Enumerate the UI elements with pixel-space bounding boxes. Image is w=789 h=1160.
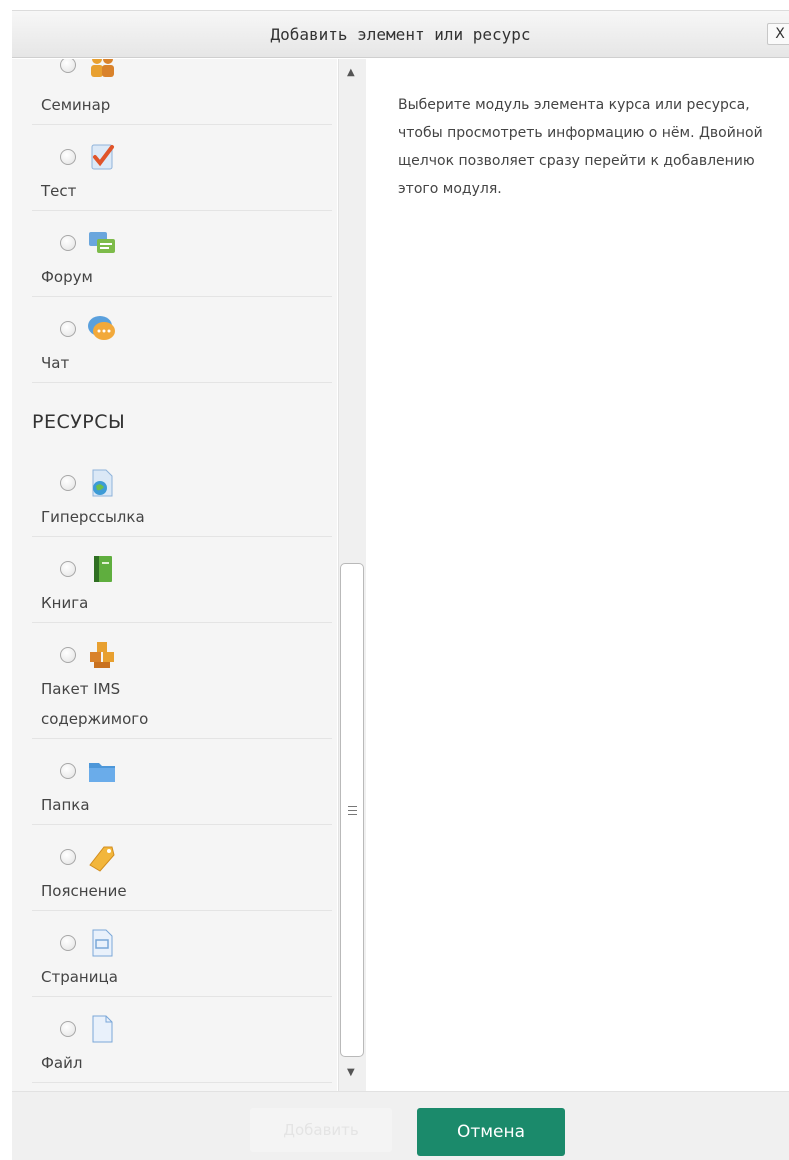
option-row bbox=[60, 549, 118, 589]
quiz-icon bbox=[91, 144, 114, 170]
module-info-panel: Выберите модуль элемента курса или ресур… bbox=[374, 59, 786, 1091]
radio-button[interactable] bbox=[60, 59, 76, 73]
option-ims-package[interactable]: Пакет IMS содержимого bbox=[32, 623, 332, 739]
cancel-button[interactable]: Отмена bbox=[417, 1108, 565, 1156]
radio-button[interactable] bbox=[60, 1021, 76, 1037]
option-label: Тест bbox=[41, 182, 77, 200]
option-row bbox=[60, 837, 118, 877]
option-row bbox=[60, 463, 118, 503]
module-options-list[interactable]: Семинар Тест Форум Чат РЕСУРСЫ Гиперссыл… bbox=[12, 59, 337, 1091]
dialog-header: Добавить элемент или ресурс X bbox=[12, 10, 789, 58]
scroll-up-arrow-icon[interactable]: ▲ bbox=[347, 67, 355, 78]
option-label-line1: Пакет IMS bbox=[41, 680, 121, 698]
module-info-text: Выберите модуль элемента курса или ресур… bbox=[398, 97, 763, 197]
dialog-title: Добавить элемент или ресурс bbox=[270, 24, 531, 44]
option-label: Книга bbox=[41, 594, 89, 612]
option-page[interactable]: Страница bbox=[32, 911, 332, 997]
option-label: Папка bbox=[41, 796, 90, 814]
option-book[interactable]: Книга bbox=[32, 537, 332, 623]
page-icon bbox=[92, 929, 113, 957]
forum-icon bbox=[89, 232, 115, 253]
ims-package-icon bbox=[90, 642, 114, 668]
option-row bbox=[60, 635, 118, 675]
radio-button[interactable] bbox=[60, 149, 76, 165]
resources-heading: РЕСУРСЫ bbox=[32, 411, 126, 433]
option-label: Форум bbox=[41, 268, 93, 286]
option-row bbox=[60, 1009, 118, 1049]
grip-icon bbox=[347, 805, 357, 815]
option-label: Семинар bbox=[41, 96, 111, 114]
radio-button[interactable] bbox=[60, 935, 76, 951]
option-row bbox=[60, 59, 118, 85]
radio-button[interactable] bbox=[60, 235, 76, 251]
add-activity-dialog: Добавить элемент или ресурс X Семинар Те… bbox=[0, 0, 789, 1160]
radio-button[interactable] bbox=[60, 561, 76, 577]
option-label: Страница bbox=[41, 968, 118, 986]
folder-icon bbox=[89, 763, 115, 782]
add-button[interactable]: Добавить bbox=[250, 1108, 392, 1152]
chat-icon bbox=[88, 316, 115, 340]
option-label: Пояснение bbox=[41, 882, 127, 900]
option-label-line2: содержимого bbox=[41, 710, 149, 728]
close-button[interactable]: X bbox=[767, 23, 789, 45]
radio-button[interactable] bbox=[60, 647, 76, 663]
workshop-icon bbox=[91, 59, 114, 77]
scroll-thumb[interactable] bbox=[340, 563, 364, 1057]
option-folder[interactable]: Папка bbox=[32, 739, 332, 825]
label-tag-icon bbox=[89, 846, 115, 872]
radio-button[interactable] bbox=[60, 321, 76, 337]
option-url[interactable]: Гиперссылка bbox=[32, 449, 332, 537]
radio-button[interactable] bbox=[60, 763, 76, 779]
dialog-body: Семинар Тест Форум Чат РЕСУРСЫ Гиперссыл… bbox=[12, 59, 789, 1091]
option-quiz[interactable]: Тест bbox=[32, 125, 332, 211]
option-forum[interactable]: Форум bbox=[32, 211, 332, 297]
option-file[interactable]: Файл bbox=[32, 997, 332, 1083]
option-label-resource[interactable]: Пояснение bbox=[32, 825, 332, 911]
options-scrollbar[interactable]: ▲ ▼ bbox=[338, 59, 366, 1091]
option-row bbox=[60, 309, 118, 349]
option-label: Чат bbox=[41, 354, 70, 372]
file-icon bbox=[92, 1015, 113, 1043]
option-row bbox=[60, 137, 118, 177]
url-icon bbox=[92, 469, 113, 497]
option-label: Гиперссылка bbox=[41, 508, 145, 526]
option-row bbox=[60, 923, 118, 963]
scroll-down-arrow-icon[interactable]: ▼ bbox=[347, 1067, 355, 1078]
option-workshop[interactable]: Семинар bbox=[32, 59, 332, 125]
option-chat[interactable]: Чат bbox=[32, 297, 332, 383]
radio-button[interactable] bbox=[60, 475, 76, 491]
option-label: Файл bbox=[41, 1054, 83, 1072]
radio-button[interactable] bbox=[60, 849, 76, 865]
option-row bbox=[60, 751, 118, 791]
book-icon bbox=[94, 556, 112, 582]
dialog-footer: Добавить Отмена bbox=[12, 1091, 789, 1160]
option-row bbox=[60, 223, 118, 263]
